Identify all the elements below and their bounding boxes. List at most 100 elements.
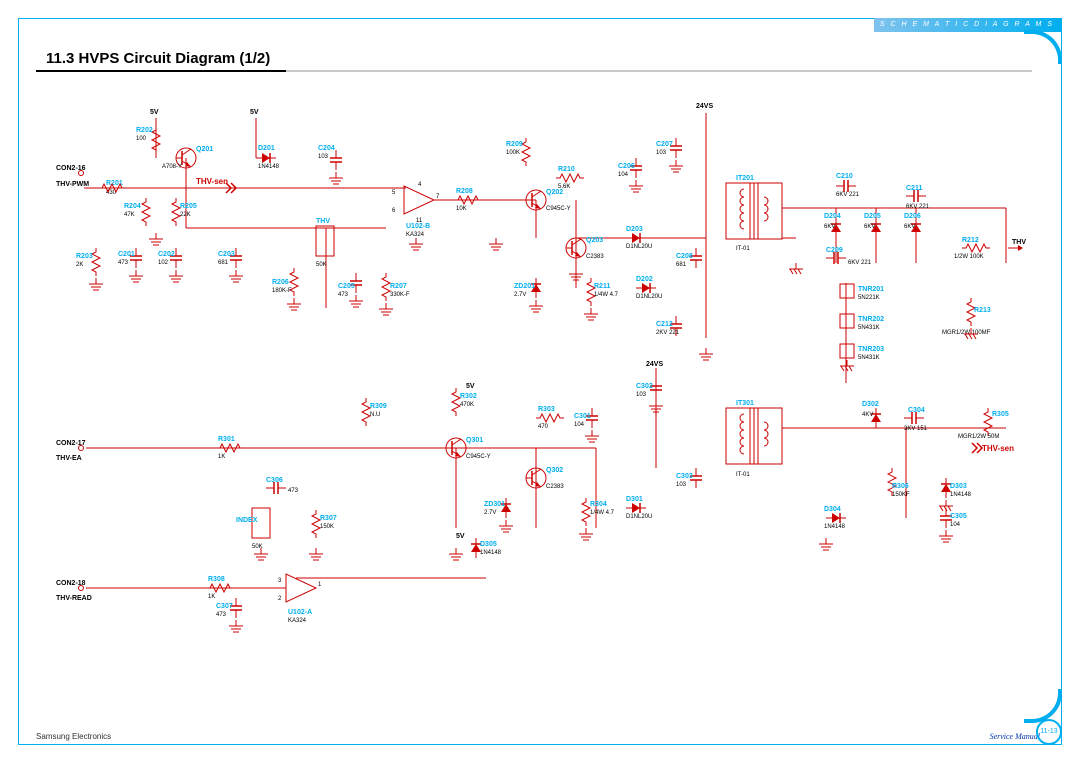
R204-val: 47K xyxy=(124,212,135,218)
U102A-pin2: 2 xyxy=(278,596,282,602)
R302-val: 470K xyxy=(460,402,474,408)
ZD301-ref: ZD301 xyxy=(484,501,505,508)
U102B-val: KA324 xyxy=(406,232,425,238)
C210-ref: C210 xyxy=(836,173,853,180)
D304-val: 1N4148 xyxy=(824,524,846,530)
label-5v-a: 5V xyxy=(150,109,159,116)
page-number-badge: 11-13 xyxy=(1036,719,1062,745)
C302-val: 103 xyxy=(636,392,647,398)
C207-val: 103 xyxy=(656,150,667,156)
D302-val: 4KV xyxy=(862,412,873,418)
R307-val: 150K xyxy=(320,524,334,530)
C207-ref: C207 xyxy=(656,141,673,148)
C307-ref: C307 xyxy=(216,603,233,610)
D303-val: 1N4148 xyxy=(950,492,972,498)
Q301-val: C945C-Y xyxy=(466,454,491,460)
TNR202-val: 5N431K xyxy=(858,325,880,331)
C206-val: 104 xyxy=(618,172,629,178)
R202-ref: R202 xyxy=(136,127,153,134)
C202-val: 102 xyxy=(158,260,169,266)
R211-ref: R211 xyxy=(594,283,610,290)
D304-sym xyxy=(826,513,846,523)
R306-ref: R306 xyxy=(892,483,909,490)
label-thv-read: THV-READ xyxy=(56,595,92,602)
C304-ref: C304 xyxy=(908,407,925,414)
C304-val: 3KV 151 xyxy=(904,426,928,432)
TNR201-val: 5N221K xyxy=(858,295,880,301)
C205-ref: C205 xyxy=(338,283,355,290)
C202-ref: C202 xyxy=(158,251,175,258)
R212-val: 1/2W 100K xyxy=(954,254,984,260)
R309-val: N.U xyxy=(370,412,380,418)
R307-sym xyxy=(312,510,320,538)
ZD201-val: 2.7V xyxy=(514,292,526,298)
R212-ref: R212 xyxy=(962,237,979,244)
C306-ref: C306 xyxy=(266,477,283,484)
R213-ref: R213 xyxy=(974,307,991,314)
C204-sym xyxy=(330,150,342,170)
Q202-val: C945C-Y xyxy=(546,206,571,212)
D303-ref: D303 xyxy=(950,483,967,490)
R302-ref: R302 xyxy=(460,393,477,400)
Q302-ref: Q302 xyxy=(546,467,563,474)
C208-ref: C208 xyxy=(676,253,693,260)
THVpot-sym xyxy=(316,226,334,256)
Q202-ref: Q202 xyxy=(546,189,563,196)
label-thv-sen-a: THV-sen xyxy=(196,177,228,186)
C205-val: 473 xyxy=(338,292,349,298)
label-thv-ea: THV-EA xyxy=(56,455,82,462)
D206-ref: D206 xyxy=(904,213,921,220)
C203-ref: C203 xyxy=(218,251,235,258)
R206-val: 180K-F xyxy=(272,288,292,294)
D304-ref: D304 xyxy=(824,506,841,513)
R205-sym xyxy=(172,198,180,226)
D203-val: D1NL20U xyxy=(626,244,652,250)
title-underline-gray xyxy=(286,70,1032,72)
U102A-pin1: 1 xyxy=(318,582,322,588)
R303-sym xyxy=(536,414,564,422)
U102A-pin3: 3 xyxy=(278,578,282,584)
R303-val: 470 xyxy=(538,424,549,430)
D202-ref: D202 xyxy=(636,276,653,283)
R210-sym xyxy=(556,174,584,182)
C305-val: 104 xyxy=(950,522,961,528)
R304-sym xyxy=(582,498,590,526)
R203-sym xyxy=(92,248,100,276)
C212-val: 2KV 221 xyxy=(656,330,680,336)
R309-ref: R309 xyxy=(370,403,387,410)
IT301-val: IT-01 xyxy=(736,472,750,478)
R208-ref: R208 xyxy=(456,188,473,195)
schematic-page: S C H E M A T I C D I A G R A M S 11.3 H… xyxy=(0,0,1080,763)
R201-ref: R201 xyxy=(106,180,123,187)
C301-val: 104 xyxy=(574,422,585,428)
D301-ref: D301 xyxy=(626,496,643,503)
R301-ref: R301 xyxy=(218,436,235,443)
R209-ref: R209 xyxy=(506,141,523,148)
label-24vs-a: 24VS xyxy=(696,103,713,110)
D204-ref: D204 xyxy=(824,213,841,220)
R207-val: 330K-F xyxy=(390,292,410,298)
label-thv-out: THV xyxy=(1012,239,1026,246)
R204-ref: R204 xyxy=(124,203,141,210)
D301-val: D1NL20U xyxy=(626,514,652,520)
R213-val: MGR1/2W 100MF xyxy=(942,330,991,336)
R211-val: 1/4W 4.7 xyxy=(594,292,619,298)
U102B-sym xyxy=(404,186,434,214)
D203-ref: D203 xyxy=(626,226,643,233)
label-24vs-b: 24VS xyxy=(646,361,663,368)
R305-sym xyxy=(984,408,992,436)
D305-val: 1N4148 xyxy=(480,550,502,556)
C301-ref: C301 xyxy=(574,413,591,420)
C201-ref: C201 xyxy=(118,251,135,258)
C212-ref: C212 xyxy=(656,321,673,328)
C305-ref: C305 xyxy=(950,513,967,520)
R204-sym xyxy=(142,198,150,226)
R305-ref: R305 xyxy=(992,411,1009,418)
C204-val: 103 xyxy=(318,154,329,160)
C201-val: 473 xyxy=(118,260,129,266)
C203-val: 681 xyxy=(218,260,229,266)
ZD201-ref: ZD201 xyxy=(514,283,535,290)
D301-sym xyxy=(626,503,646,513)
U102A-val: KA324 xyxy=(288,618,307,624)
R203-ref: R203 xyxy=(76,253,93,260)
